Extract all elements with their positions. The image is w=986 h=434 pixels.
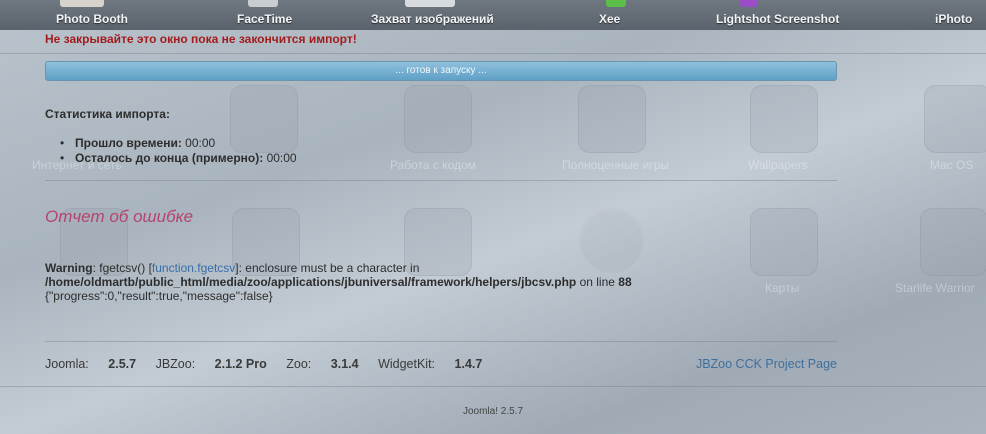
app-dock: Photo Booth FaceTime Захват изображений … [0, 0, 986, 30]
zoo-label: Zoo: [286, 357, 312, 371]
background-app-icon [750, 85, 818, 153]
import-warning: Не закрывайте это окно пока не закончитс… [45, 32, 357, 46]
background-app-icon [578, 85, 646, 153]
divider [45, 341, 837, 342]
jbzoo-value: 2.1.2 Pro [214, 357, 267, 371]
fn-prefix: : fgetcsv() [ [92, 261, 152, 275]
warning-label: Warning [45, 261, 93, 275]
dock-item-iphoto[interactable]: iPhoto [935, 12, 972, 26]
joomla-value: 2.5.7 [108, 357, 137, 371]
version-info: Joomla: 2.5.7 JBZoo: 2.1.2 Pro Zoo: 3.1.… [45, 357, 837, 371]
import-progress-bar: ... готов к запуску ... [45, 61, 837, 81]
error-file-path: /home/oldmartb/public_html/media/zoo/app… [45, 275, 577, 289]
joomla-label: Joomla: [45, 357, 89, 371]
jbzoo-version: JBZoo: 2.1.2 Pro [156, 357, 267, 371]
background-app-label: Полноценные игры [562, 158, 670, 172]
line-label: on line [579, 275, 615, 289]
progress-status: ... готов к запуску ... [395, 65, 487, 76]
stat-elapsed-value: 00:00 [185, 136, 216, 150]
background-app-icon [924, 85, 986, 153]
function-doc-link[interactable]: function.fgetcsv [152, 261, 235, 275]
bottom-joomla-version: Joomla! 2.5.7 [462, 406, 524, 417]
lightshot-icon[interactable] [740, 0, 758, 7]
image-capture-icon[interactable] [405, 0, 455, 7]
joomla-version: Joomla: 2.5.7 [45, 357, 136, 371]
divider [0, 386, 986, 387]
stat-elapsed-label: Прошло времени: [75, 136, 182, 150]
xee-icon[interactable] [606, 0, 626, 7]
error-message-block: Warning: fgetcsv() [function.fgetcsv]: e… [45, 261, 845, 303]
line-number: 88 [618, 275, 632, 289]
dock-item-photo-booth[interactable]: Photo Booth [56, 12, 128, 26]
divider [45, 180, 837, 181]
background-app-label: Работа с кодом [390, 158, 476, 172]
dock-item-xee[interactable]: Xee [599, 12, 620, 26]
widgetkit-value: 1.4.7 [454, 357, 483, 371]
error-line-2: /home/oldmartb/public_html/media/zoo/app… [45, 275, 845, 289]
background-app-icon [920, 208, 986, 276]
project-page-link[interactable]: JBZoo CCK Project Page [696, 357, 837, 371]
widgetkit-label: WidgetKit: [378, 357, 436, 371]
error-line-1: Warning: fgetcsv() [function.fgetcsv]: e… [45, 261, 845, 275]
json-output: {"progress":0,"result":true,"message":fa… [45, 289, 273, 303]
zoo-version: Zoo: 3.1.4 [286, 357, 358, 371]
import-stats-list: Прошло времени: 00:00 Осталось до конца … [60, 136, 297, 166]
stat-remaining: Осталось до конца (примерно): 00:00 [60, 151, 297, 166]
dock-item-lightshot[interactable]: Lightshot Screenshot [716, 12, 839, 26]
background-app-label: Wallpapers [748, 158, 808, 172]
widgetkit-version: WidgetKit: 1.4.7 [378, 357, 482, 371]
dock-item-facetime[interactable]: FaceTime [237, 12, 292, 26]
photo-booth-icon[interactable] [60, 0, 104, 7]
dock-item-image-capture[interactable]: Захват изображений [371, 12, 494, 26]
stat-elapsed: Прошло времени: 00:00 [60, 136, 297, 151]
error-report-title: Отчет об ошибке [45, 207, 194, 226]
error-message: ]: enclosure must be a character in [235, 261, 420, 275]
background-app-label: Mac OS [930, 158, 974, 172]
background-app-label: Starlife Warrior [895, 281, 975, 295]
facetime-icon[interactable] [248, 0, 278, 7]
jbzoo-label: JBZoo: [155, 357, 196, 371]
stat-remaining-value: 00:00 [266, 151, 297, 165]
background-app-icon [404, 85, 472, 153]
stat-remaining-label: Осталось до конца (примерно): [75, 151, 264, 165]
import-stats-title: Статистика импорта: [45, 107, 170, 121]
zoo-value: 3.1.4 [330, 357, 359, 371]
divider [0, 53, 986, 54]
